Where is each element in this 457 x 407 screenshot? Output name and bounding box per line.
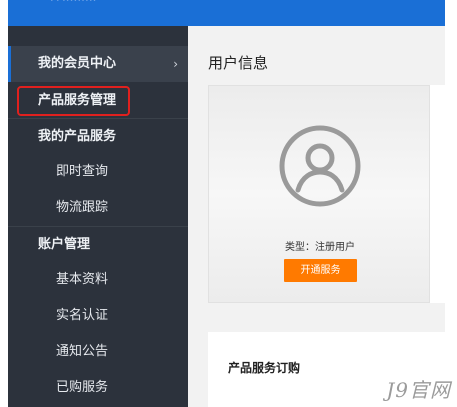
chevron-right-icon: › bbox=[173, 57, 178, 71]
sidebar-item-label: 我的产品服务 bbox=[38, 129, 117, 144]
sidebar-item-logistics-tracking[interactable]: 物流跟踪 bbox=[8, 190, 188, 226]
page-title: 用户信息 bbox=[208, 54, 269, 72]
sidebar-item-label: 基本资料 bbox=[56, 272, 109, 287]
sidebar-item-label: 账户管理 bbox=[38, 237, 91, 252]
right-gutter bbox=[445, 0, 457, 407]
sidebar-item-label: 实名认证 bbox=[56, 308, 109, 323]
user-avatar-icon bbox=[279, 125, 361, 207]
card-side-panel bbox=[430, 85, 445, 303]
sidebar-item-basic-info[interactable]: 基本资料 bbox=[8, 262, 188, 298]
sidebar: 我的会员中心 › 产品服务管理 我的产品服务 即时查询 物流跟踪 账户管理 基本… bbox=[8, 26, 188, 407]
panel-title: 产品服务订购 bbox=[228, 361, 301, 375]
sidebar-item-label: 物流跟踪 bbox=[56, 200, 109, 215]
sidebar-item-purchased-services[interactable]: 已购服务 bbox=[8, 370, 188, 406]
sidebar-item-label: 通知公告 bbox=[56, 344, 109, 359]
top-header-bar: • • ••••••••• bbox=[8, 0, 445, 26]
user-info-card: 类型：注册用户 开通服务 bbox=[208, 85, 430, 303]
user-type-text: 类型：注册用户 bbox=[285, 242, 355, 253]
watermark-logo: J9官网 bbox=[386, 378, 451, 402]
main-content: 用户信息 类型：注册用户 开通服务 产品服务订购 bbox=[188, 26, 445, 407]
brand-text: • • ••••••••• bbox=[50, 0, 97, 4]
sidebar-item-label: 已购服务 bbox=[56, 380, 109, 395]
sidebar-item-my-product-services[interactable]: 我的产品服务 bbox=[8, 119, 188, 155]
left-gutter bbox=[0, 0, 8, 407]
sidebar-item-instant-query[interactable]: 即时查询 bbox=[8, 154, 188, 190]
sidebar-item-notices[interactable]: 通知公告 bbox=[8, 334, 188, 370]
open-service-button[interactable]: 开通服务 bbox=[284, 259, 357, 282]
sidebar-item-account-management[interactable]: 账户管理 bbox=[8, 227, 188, 263]
highlight-annotation-box bbox=[17, 86, 130, 116]
sidebar-item-member-center[interactable]: 我的会员中心 › bbox=[8, 46, 188, 82]
sidebar-item-label: 即时查询 bbox=[56, 164, 109, 179]
sidebar-item-real-name-verification[interactable]: 实名认证 bbox=[8, 298, 188, 334]
sidebar-item-label: 我的会员中心 bbox=[38, 56, 117, 71]
